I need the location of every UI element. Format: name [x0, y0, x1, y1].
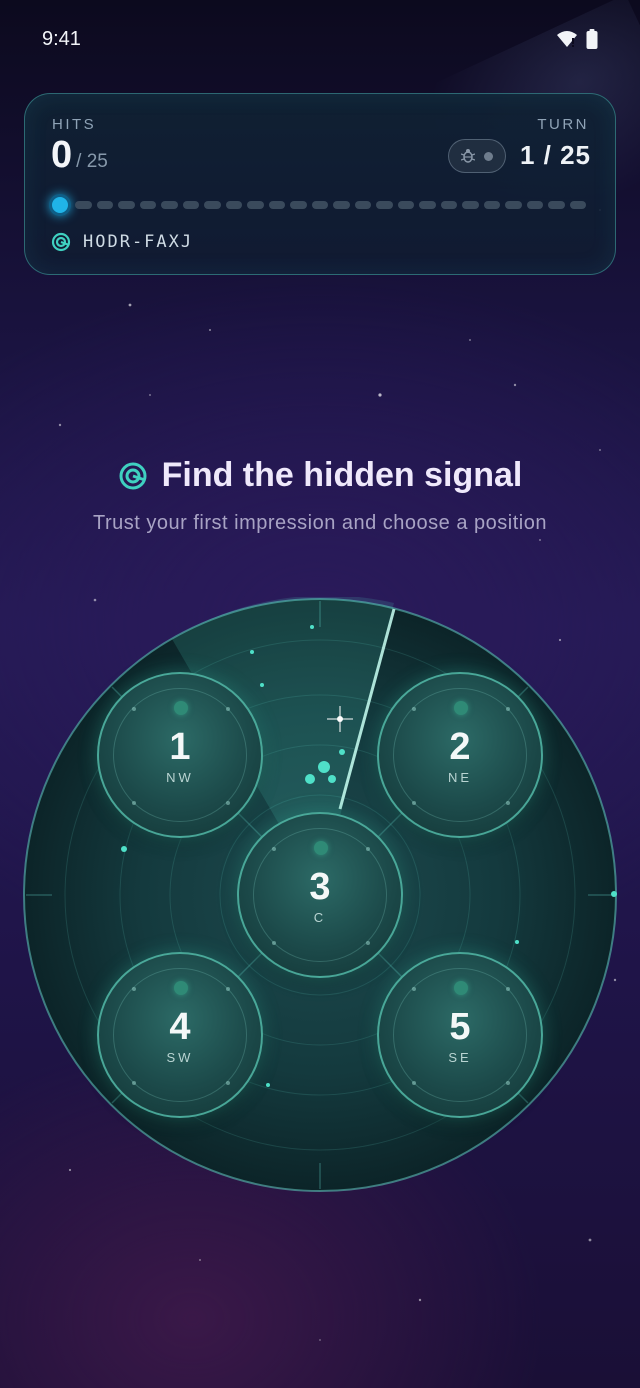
target-led	[314, 841, 328, 855]
debug-toggle[interactable]	[448, 139, 506, 173]
progress-segment	[161, 201, 178, 209]
prompt-heading: Find the hidden signal	[0, 456, 640, 495]
progress-segment	[96, 201, 113, 209]
progress-segment	[505, 201, 522, 209]
wifi-icon	[557, 31, 577, 47]
progress-segment	[440, 201, 457, 209]
turn-progress-track	[49, 194, 591, 216]
prompt-subtitle: Trust your first impression and choose a…	[93, 512, 547, 534]
progress-segment	[397, 201, 414, 209]
progress-segment	[182, 201, 199, 209]
target-number: 3	[309, 866, 331, 908]
status-icons	[556, 29, 598, 49]
progress-segment	[462, 201, 479, 209]
progress-segment	[526, 201, 543, 209]
progress-marker	[49, 194, 71, 216]
bug-icon	[461, 149, 475, 163]
hits-counter: 0/ 25	[51, 134, 108, 177]
target-2[interactable]: 2 NE	[377, 672, 543, 838]
target-direction: NW	[166, 770, 194, 785]
prompt-title: Find the hidden signal	[161, 456, 523, 494]
hits-value: 0	[51, 134, 73, 176]
progress-segment	[247, 201, 264, 209]
target-5[interactable]: 5 SE	[377, 952, 543, 1118]
progress-segment	[548, 201, 565, 209]
battery-icon	[586, 29, 598, 49]
target-3[interactable]: 3 C	[237, 812, 403, 978]
toggle-knob	[484, 151, 493, 161]
progress-segment	[333, 201, 350, 209]
target-direction: NE	[447, 770, 473, 785]
progress-segment	[419, 201, 436, 209]
signal-target-icon	[119, 462, 147, 489]
session-id-row: HODR-FAXJ	[51, 232, 193, 252]
progress-segment	[483, 201, 500, 209]
status-time: 9:41	[42, 27, 81, 50]
progress-segment	[376, 201, 393, 209]
progress-segment	[268, 201, 285, 209]
turn-value: 1 / 25	[519, 140, 591, 170]
target-direction: SW	[166, 1050, 194, 1065]
target-direction: SE	[448, 1050, 472, 1065]
hits-label: HITS	[52, 116, 97, 133]
progress-segment	[139, 201, 156, 209]
status-bar: 9:41	[0, 0, 640, 78]
target-direction: C	[313, 910, 327, 925]
hits-total: / 25	[76, 151, 108, 172]
progress-segment	[569, 201, 586, 209]
progress-segment	[75, 201, 92, 209]
target-number: 2	[449, 726, 471, 768]
target-number: 4	[169, 1006, 191, 1048]
progress-segment	[225, 201, 242, 209]
radar-board: 1 NW 2 NE 3 C 4 SW 5 SE	[22, 595, 618, 1193]
signal-target-icon	[51, 232, 71, 252]
session-code: HODR-FAXJ	[83, 232, 194, 252]
progress-segment	[118, 201, 135, 209]
progress-segment	[204, 201, 221, 209]
target-led	[454, 701, 468, 715]
target-led	[174, 701, 188, 715]
progress-segment	[311, 201, 328, 209]
target-4[interactable]: 4 SW	[97, 952, 263, 1118]
target-number: 5	[449, 1006, 471, 1048]
target-led	[174, 981, 188, 995]
target-1[interactable]: 1 NW	[97, 672, 263, 838]
target-number: 1	[169, 726, 191, 768]
turn-label: TURN	[537, 116, 589, 133]
progress-segment	[354, 201, 371, 209]
target-led	[454, 981, 468, 995]
score-panel: HITS TURN 0/ 25 1 / 25 HODR-FAXJ	[24, 93, 616, 275]
progress-segment	[290, 201, 307, 209]
